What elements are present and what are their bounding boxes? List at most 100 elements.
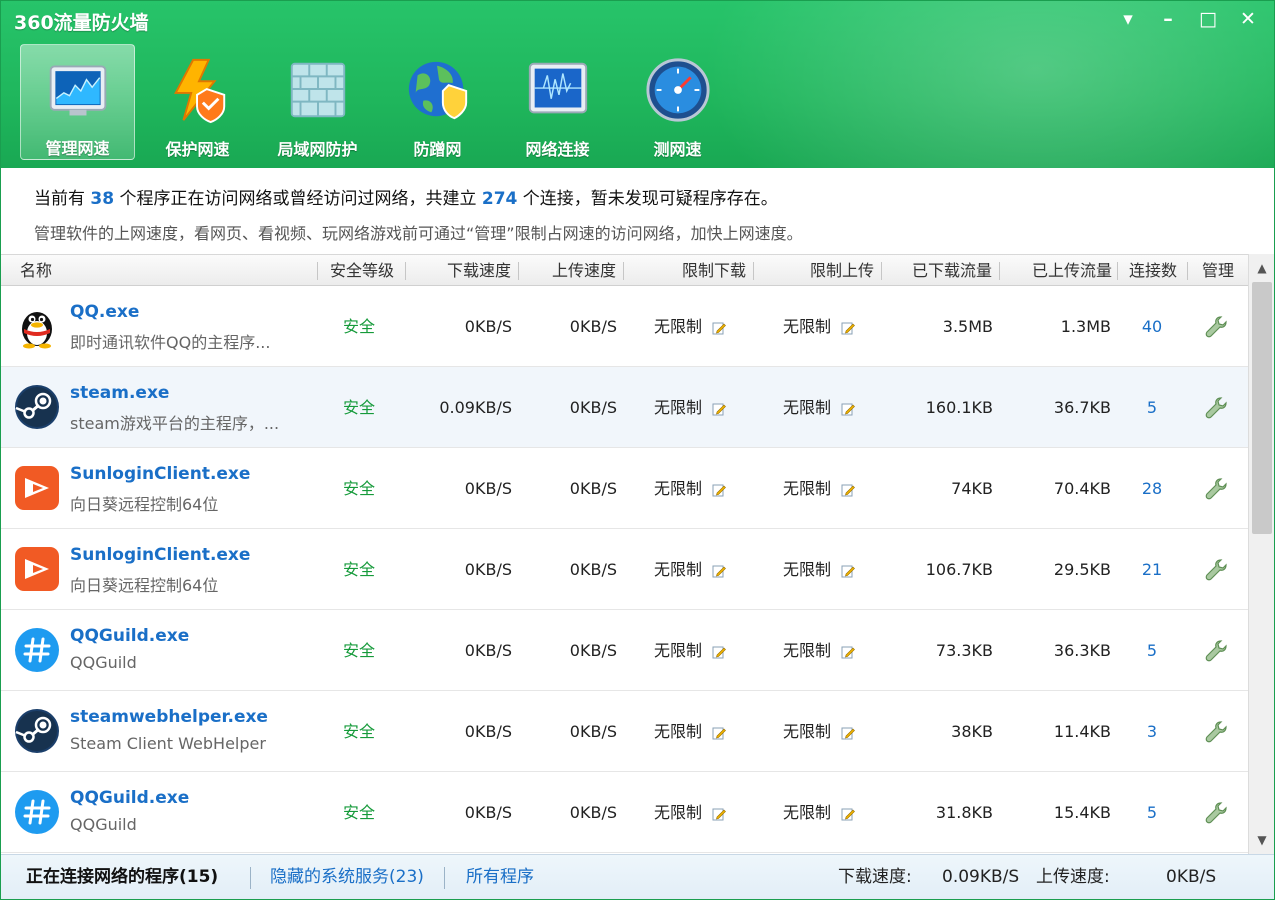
- menu-dropdown-icon[interactable]: ▾: [1115, 6, 1141, 32]
- wrench-manage-icon[interactable]: [1203, 476, 1229, 502]
- network-connection-icon: [528, 62, 587, 114]
- program-name[interactable]: steamwebhelper.exe: [70, 707, 268, 727]
- firewall-brick-icon: [290, 62, 345, 118]
- nav-anti-leech[interactable]: 防蹭网: [380, 44, 495, 160]
- edit-limit-icon[interactable]: [841, 564, 855, 578]
- download-speed-value: 0.09KB/S: [942, 867, 1020, 887]
- tab-divider: [250, 867, 251, 889]
- scroll-thumb[interactable]: [1252, 282, 1272, 534]
- steam-icon: [14, 708, 60, 754]
- edit-limit-icon[interactable]: [841, 726, 855, 740]
- edit-limit-icon[interactable]: [712, 726, 726, 740]
- connection-count-link[interactable]: 21: [1118, 529, 1186, 610]
- limit-download-cell[interactable]: 无限制: [654, 529, 754, 610]
- table-row[interactable]: QQGuild.exe QQGuild 安全 0KB/S 0KB/S 无限制 无限制 73.3…: [0, 610, 1248, 691]
- table-row[interactable]: QQ.exe 即时通讯软件QQ的主程序... 安全 0KB/S 0KB/S 无限制 无限制 3…: [0, 286, 1248, 367]
- edit-limit-icon[interactable]: [712, 807, 726, 821]
- title-bar: 360流量防火墙 ▾ – □ ✕ 管理网速 保护网速 局域网防护 防蹭网 网络连…: [0, 0, 1275, 168]
- col-limit-upload[interactable]: 限制上传: [754, 255, 882, 287]
- connection-count-link[interactable]: 3: [1118, 691, 1186, 772]
- limit-download-cell[interactable]: 无限制: [654, 610, 754, 691]
- program-name[interactable]: QQGuild.exe: [70, 626, 189, 646]
- col-uploaded[interactable]: 已上传流量: [1000, 255, 1118, 287]
- wrench-manage-icon[interactable]: [1203, 800, 1229, 826]
- edit-limit-icon[interactable]: [712, 321, 726, 335]
- uploaded-traffic: 70.4KB: [1053, 479, 1111, 498]
- edit-limit-icon[interactable]: [841, 483, 855, 497]
- program-name[interactable]: QQ.exe: [70, 302, 139, 322]
- wrench-manage-icon[interactable]: [1203, 719, 1229, 745]
- uploaded-traffic: 15.4KB: [1053, 803, 1111, 822]
- connection-count-link[interactable]: 5: [1118, 367, 1186, 448]
- table-row[interactable]: SunloginClient.exe 向日葵远程控制64位 安全 0KB/S 0KB/S…: [0, 529, 1248, 610]
- tab-connected-programs[interactable]: 正在连接网络的程序(15): [26, 855, 218, 900]
- program-name[interactable]: QQGuild.exe: [70, 788, 189, 808]
- vertical-scrollbar[interactable]: ▲ ▼: [1248, 254, 1275, 854]
- connection-count-link[interactable]: 5: [1118, 610, 1186, 691]
- tab-all-programs[interactable]: 所有程序: [466, 855, 534, 900]
- edit-limit-icon[interactable]: [712, 402, 726, 416]
- edit-limit-icon[interactable]: [712, 564, 726, 578]
- col-security[interactable]: 安全等级: [318, 255, 406, 287]
- nav-lan-protection[interactable]: 局域网防护: [260, 44, 375, 160]
- program-name[interactable]: steam.exe: [70, 383, 169, 403]
- limit-upload-cell[interactable]: 无限制: [783, 286, 883, 367]
- nav-speed-test[interactable]: 测网速: [620, 44, 735, 160]
- uploaded-traffic: 11.4KB: [1053, 722, 1111, 741]
- col-upload-speed[interactable]: 上传速度: [519, 255, 624, 287]
- edit-limit-icon[interactable]: [841, 807, 855, 821]
- limit-upload-cell[interactable]: 无限制: [783, 691, 883, 772]
- wrench-manage-icon[interactable]: [1203, 557, 1229, 583]
- downloaded-traffic: 73.3KB: [935, 641, 993, 660]
- program-name[interactable]: SunloginClient.exe: [70, 464, 250, 484]
- wrench-manage-icon[interactable]: [1203, 314, 1229, 340]
- edit-limit-icon[interactable]: [841, 402, 855, 416]
- downloaded-traffic: 31.8KB: [935, 803, 993, 822]
- limit-upload-cell[interactable]: 无限制: [783, 367, 883, 448]
- limit-download-cell[interactable]: 无限制: [654, 448, 754, 529]
- security-level: 安全: [342, 398, 375, 417]
- table-row[interactable]: QQGuild.exe QQGuild 安全 0KB/S 0KB/S 无限制 无限制 31.8…: [0, 772, 1248, 853]
- edit-limit-icon[interactable]: [841, 645, 855, 659]
- close-icon[interactable]: ✕: [1235, 6, 1261, 32]
- edit-limit-icon[interactable]: [841, 321, 855, 335]
- nav-protect-speed[interactable]: 保护网速: [140, 44, 255, 160]
- table-row[interactable]: steam.exe steam游戏平台的主程序，... 安全 0.09KB/S 0KB/…: [0, 367, 1248, 448]
- col-manage[interactable]: 管理: [1188, 255, 1248, 287]
- limit-upload-cell[interactable]: 无限制: [783, 772, 883, 853]
- edit-limit-icon[interactable]: [712, 645, 726, 659]
- limit-download-cell[interactable]: 无限制: [654, 772, 754, 853]
- limit-upload-cell[interactable]: 无限制: [783, 529, 883, 610]
- nav-network-connection[interactable]: 网络连接: [500, 44, 615, 160]
- limit-download-cell[interactable]: 无限制: [654, 691, 754, 772]
- col-download-speed[interactable]: 下载速度: [406, 255, 519, 287]
- col-downloaded[interactable]: 已下载流量: [882, 255, 1000, 287]
- edit-limit-icon[interactable]: [712, 483, 726, 497]
- table-row[interactable]: steamwebhelper.exe Steam Client WebHelper…: [0, 691, 1248, 772]
- wrench-manage-icon[interactable]: [1203, 395, 1229, 421]
- limit-upload-cell[interactable]: 无限制: [783, 610, 883, 691]
- minimize-icon[interactable]: –: [1155, 6, 1181, 32]
- col-connections[interactable]: 连接数: [1118, 255, 1188, 287]
- col-name[interactable]: 名称: [0, 255, 318, 287]
- nav-manage-speed[interactable]: 管理网速: [20, 44, 135, 160]
- tab-hidden-services[interactable]: 隐藏的系统服务(23): [270, 855, 424, 900]
- limit-upload-cell[interactable]: 无限制: [783, 448, 883, 529]
- table-row[interactable]: SunloginClient.exe 向日葵远程控制64位 安全 0KB/S 0KB/S…: [0, 448, 1248, 529]
- limit-download-cell[interactable]: 无限制: [654, 286, 754, 367]
- wrench-manage-icon[interactable]: [1203, 638, 1229, 664]
- nav-label: 局域网防护: [277, 140, 358, 159]
- limit-download-cell[interactable]: 无限制: [654, 367, 754, 448]
- program-description: QQGuild: [70, 815, 137, 834]
- uploaded-traffic: 29.5KB: [1053, 560, 1111, 579]
- connection-count-link[interactable]: 40: [1118, 286, 1186, 367]
- connection-count-link[interactable]: 5: [1118, 772, 1186, 853]
- maximize-icon[interactable]: □: [1195, 6, 1221, 32]
- scroll-up-icon[interactable]: ▲: [1249, 256, 1275, 280]
- col-limit-download[interactable]: 限制下载: [624, 255, 754, 287]
- scroll-down-icon[interactable]: ▼: [1249, 828, 1275, 852]
- program-name[interactable]: SunloginClient.exe: [70, 545, 250, 565]
- connection-count-link[interactable]: 28: [1118, 448, 1186, 529]
- upload-speed: 0KB/S: [569, 317, 617, 336]
- summary-text: 当前有 38 个程序正在访问网络或曾经访问过网络，共建立 274 个连接，暂未发…: [34, 184, 778, 209]
